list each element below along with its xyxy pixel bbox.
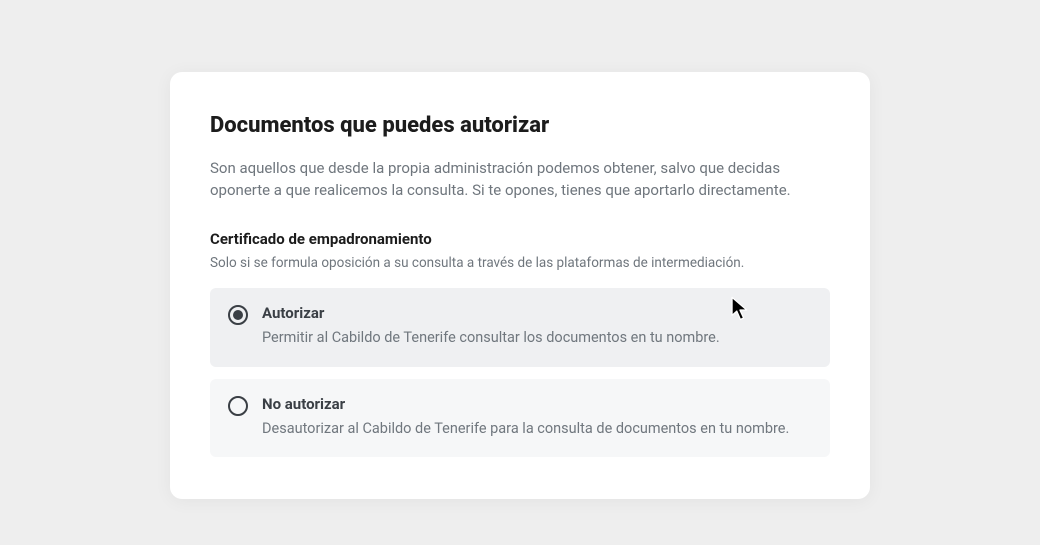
radio-label-deny: No autorizar [262, 395, 812, 413]
authorization-card: Documentos que puedes autorizar Son aque… [170, 72, 870, 499]
radio-icon [228, 396, 248, 416]
radio-desc-authorize: Permitir al Cabildo de Tenerife consulta… [262, 328, 812, 348]
radio-option-authorize[interactable]: Autorizar Permitir al Cabildo de Tenerif… [210, 288, 830, 366]
section-title: Certificado de empadronamiento [210, 230, 830, 248]
card-title: Documentos que puedes autorizar [210, 112, 830, 141]
radio-option-deny[interactable]: No autorizar Desautorizar al Cabildo de … [210, 379, 830, 457]
radio-icon [228, 305, 248, 325]
radio-texts: No autorizar Desautorizar al Cabildo de … [262, 395, 812, 439]
section-note: Solo si se formula oposición a su consul… [210, 254, 830, 273]
radio-desc-deny: Desautorizar al Cabildo de Tenerife para… [262, 419, 812, 439]
card-description: Son aquellos que desde la propia adminis… [210, 157, 830, 202]
radio-texts: Autorizar Permitir al Cabildo de Tenerif… [262, 304, 812, 348]
radio-label-authorize: Autorizar [262, 304, 812, 322]
